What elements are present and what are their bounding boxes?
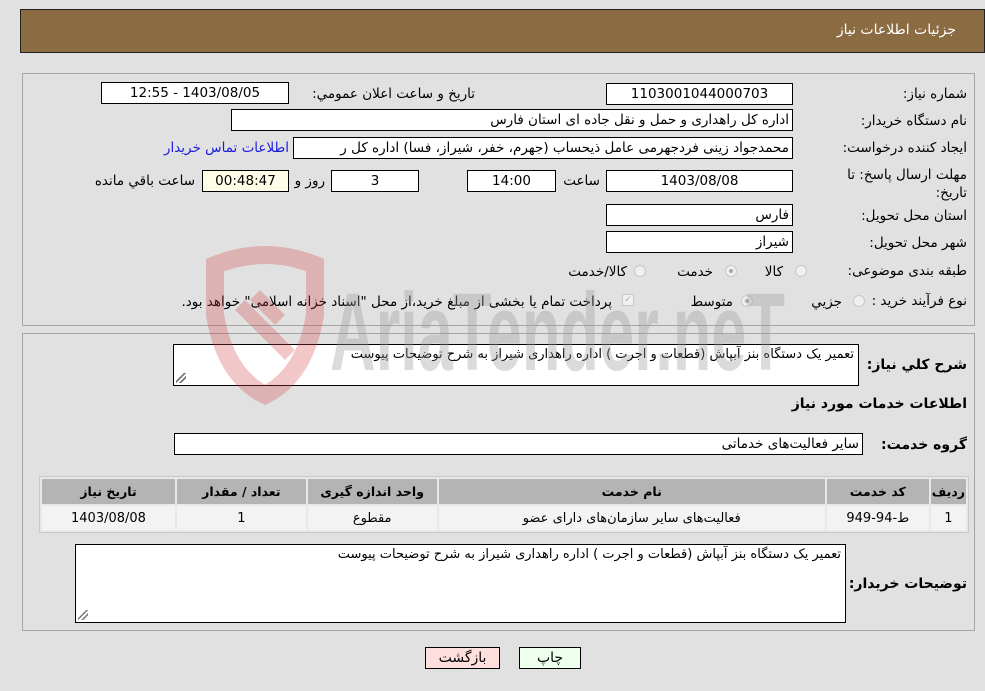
cell-service-name: فعالیت‌های سایر سازمان‌های دارای عضو bbox=[438, 506, 825, 530]
category-radio-goods-service[interactable] bbox=[634, 265, 646, 277]
province-field[interactable]: فارس bbox=[606, 204, 793, 226]
col-service-name: نام خدمت bbox=[438, 479, 825, 504]
table-header-row: ردیف کد خدمت نام خدمت واحد اندازه گیری ت… bbox=[42, 479, 966, 504]
deadline-date-field[interactable]: 1403/08/08 bbox=[606, 170, 793, 192]
cell-unit: مقطوع bbox=[307, 506, 437, 530]
back-button[interactable]: بازگشت bbox=[425, 647, 500, 669]
process-type-label: نوع فرآیند خرید : bbox=[871, 293, 967, 309]
days-label: روز و bbox=[294, 173, 325, 189]
service-group-field[interactable]: سایر فعالیت‌های خدماتی bbox=[174, 433, 863, 455]
resize-grip-icon[interactable] bbox=[78, 610, 88, 620]
deadline-time-label: ساعت bbox=[563, 173, 600, 189]
city-label: شهر محل تحویل: bbox=[869, 235, 967, 251]
category-option-goods: کالا bbox=[764, 264, 783, 280]
category-option-service: خدمت bbox=[677, 264, 713, 280]
services-table: ردیف کد خدمت نام خدمت واحد اندازه گیری ت… bbox=[39, 476, 969, 533]
category-label: طبقه بندی موضوعی: bbox=[847, 263, 967, 279]
col-service-code: کد خدمت bbox=[826, 479, 929, 504]
category-radio-goods[interactable] bbox=[795, 265, 807, 277]
announce-datetime-label: تاریخ و ساعت اعلان عمومي: bbox=[312, 86, 475, 102]
col-unit: واحد اندازه گیری bbox=[307, 479, 437, 504]
process-option-minor: جزيي bbox=[811, 294, 842, 310]
buyer-notes-label: توضیحات خریدار: bbox=[848, 576, 967, 592]
creator-label: ایجاد کننده درخواست: bbox=[842, 140, 967, 156]
remaining-time-field: 00:48:47 bbox=[202, 170, 289, 192]
province-label: استان محل تحویل: bbox=[861, 208, 967, 224]
col-need-date: تاریخ نیاز bbox=[42, 479, 175, 504]
buyer-notes-text: تعمیر یک دستگاه بنز آبپاش (قطعات و اجرت … bbox=[337, 547, 841, 562]
resize-grip-icon[interactable] bbox=[176, 373, 186, 383]
process-option-medium: متوسط bbox=[690, 294, 733, 310]
buyer-notes-textarea[interactable]: تعمیر یک دستگاه بنز آبپاش (قطعات و اجرت … bbox=[75, 544, 846, 623]
category-radio-service[interactable] bbox=[725, 265, 737, 277]
cell-service-code: ط-94-949 bbox=[826, 506, 929, 530]
services-table-wrapper: ردیف کد خدمت نام خدمت واحد اندازه گیری ت… bbox=[39, 476, 969, 533]
category-option-goods-service: کالا/خدمت bbox=[568, 264, 627, 280]
need-number-label: شماره نیاز: bbox=[902, 86, 967, 102]
buyer-org-field[interactable]: اداره کل راهداری و حمل و نقل جاده ای است… bbox=[231, 109, 793, 131]
cell-need-date: 1403/08/08 bbox=[42, 506, 175, 530]
print-button[interactable]: چاپ bbox=[519, 647, 581, 669]
buyer-contact-link[interactable]: اطلاعات تماس خریدار bbox=[164, 140, 289, 156]
remaining-days-field: 3 bbox=[331, 170, 419, 192]
table-row: 1 ط-94-949 فعالیت‌های سایر سازمان‌های دا… bbox=[42, 506, 966, 530]
service-group-label: گروه خدمت: bbox=[881, 437, 967, 453]
remaining-time-label: ساعت باقي مانده bbox=[94, 173, 195, 189]
cell-quantity: 1 bbox=[176, 506, 306, 530]
announce-datetime-field[interactable]: 1403/08/05 - 12:55 bbox=[101, 82, 289, 104]
cell-row-number: 1 bbox=[930, 506, 966, 530]
description-textarea[interactable]: تعمیر یک دستگاه بنز آبپاش (قطعات و اجرت … bbox=[173, 344, 859, 386]
deadline-time-field[interactable]: 14:00 bbox=[467, 170, 556, 192]
process-radio-minor[interactable] bbox=[853, 295, 865, 307]
buyer-org-label: نام دستگاه خریدار: bbox=[860, 113, 967, 129]
creator-field[interactable]: محمدجواد زینی فردجهرمی عامل ذیحساب (جهرم… bbox=[293, 137, 793, 159]
page-header: جزئیات اطلاعات نیاز bbox=[20, 9, 985, 53]
city-field[interactable]: شیراز bbox=[606, 231, 793, 253]
description-label: شرح كلي نياز: bbox=[866, 357, 967, 373]
col-row-number: ردیف bbox=[930, 479, 966, 504]
description-text: تعمیر یک دستگاه بنز آبپاش (قطعات و اجرت … bbox=[350, 347, 854, 362]
col-quantity: تعداد / مقدار bbox=[176, 479, 306, 504]
page-title: جزئیات اطلاعات نیاز bbox=[836, 22, 956, 38]
treasury-note: پرداخت تمام یا بخشی از مبلغ خرید،از محل … bbox=[181, 294, 612, 310]
need-number-field[interactable]: 1103001044000703 bbox=[606, 83, 793, 105]
treasury-checkbox[interactable]: ✓ bbox=[622, 294, 634, 306]
services-heading: اطلاعات خدمات مورد نياز bbox=[791, 396, 967, 412]
deadline-label: مهلت ارسال پاسخ: تا تاریخ: bbox=[847, 167, 967, 201]
process-radio-medium[interactable] bbox=[741, 295, 753, 307]
